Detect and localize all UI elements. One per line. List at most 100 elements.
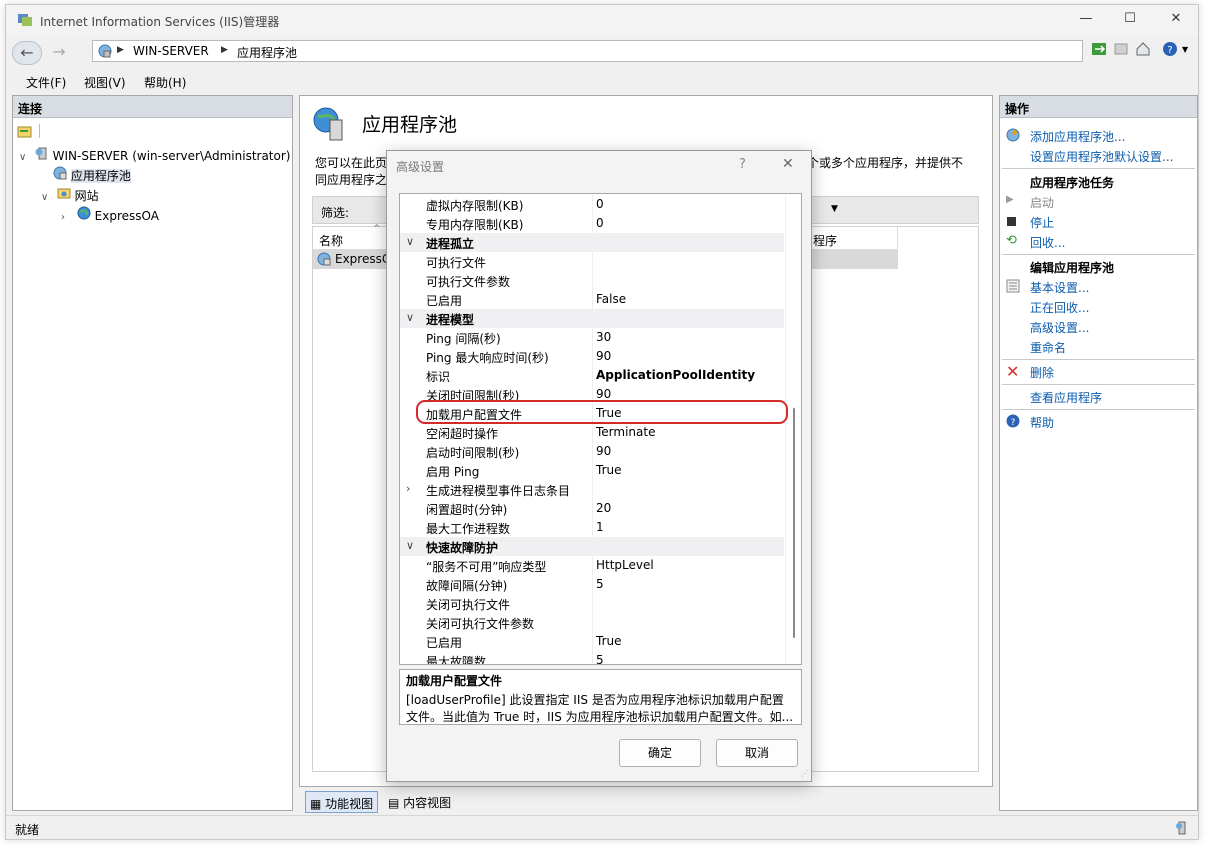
property-name: 已启用 xyxy=(426,636,463,650)
property-row[interactable]: 可执行文件 xyxy=(400,252,784,271)
property-row[interactable]: 虚拟内存限制(KB) 0 xyxy=(400,195,784,214)
tree-item-expressoa[interactable]: › ExpressOA xyxy=(61,206,159,224)
property-value[interactable]: 90 xyxy=(596,349,611,363)
property-value[interactable]: ApplicationPoolIdentity xyxy=(596,368,755,382)
dialog-close-button[interactable]: ✕ xyxy=(782,156,794,172)
property-value[interactable]: 90 xyxy=(596,444,611,458)
tab-features-view[interactable]: ▦ 功能视图 xyxy=(305,791,379,813)
stop-icon[interactable] xyxy=(1113,41,1129,57)
view-apps-link[interactable]: 查看应用程序 xyxy=(1030,389,1102,406)
property-category[interactable]: ∨ 进程模型 xyxy=(400,309,784,328)
column-divider xyxy=(592,556,593,575)
maximize-button[interactable]: ☐ xyxy=(1120,11,1140,29)
scrollbar-thumb[interactable] xyxy=(793,408,795,638)
property-row[interactable]: 故障间隔(分钟) 5 xyxy=(400,575,784,594)
tree-label: WIN-SERVER (win-server\Administrator) xyxy=(52,149,291,163)
property-row[interactable]: 关闭可执行文件参数 xyxy=(400,613,784,632)
property-value[interactable]: 0 xyxy=(596,197,604,211)
collapse-icon[interactable]: ∨ xyxy=(41,192,53,203)
menu-help[interactable]: 帮助(H) xyxy=(144,74,186,91)
collapse-icon[interactable]: ∨ xyxy=(406,311,414,324)
address-bar[interactable]: ▶ WIN-SERVER ▶ 应用程序池 xyxy=(92,40,1083,62)
property-value[interactable]: True xyxy=(596,634,622,648)
grid-scrollbar[interactable] xyxy=(785,194,801,664)
property-row[interactable]: 专用内存限制(KB) 0 xyxy=(400,214,784,233)
property-row[interactable]: 可执行文件参数 xyxy=(400,271,784,290)
property-row[interactable]: 关闭可执行文件 xyxy=(400,594,784,613)
minimize-button[interactable]: — xyxy=(1076,11,1096,29)
property-value[interactable]: 0 xyxy=(596,216,604,230)
start-link[interactable]: 启动 xyxy=(1030,194,1054,211)
recycling-link[interactable]: 正在回收... xyxy=(1030,299,1089,316)
forward-icon[interactable]: → xyxy=(44,41,74,65)
content-view-icon: ▤ xyxy=(388,796,400,810)
property-row[interactable]: 空闲超时操作 Terminate xyxy=(400,423,784,442)
add-app-pool-link[interactable]: 添加应用程序池... xyxy=(1030,128,1125,145)
property-row[interactable]: 已启用 True xyxy=(400,632,784,651)
help-icon[interactable]: ? xyxy=(1162,41,1178,57)
cancel-button[interactable]: 取消 xyxy=(716,739,798,767)
property-row[interactable]: › 生成进程模型事件日志条目 xyxy=(400,480,784,499)
property-value[interactable]: 20 xyxy=(596,501,611,515)
property-row[interactable]: 闲置超时(分钟) 20 xyxy=(400,499,784,518)
menu-view[interactable]: 视图(V) xyxy=(84,74,126,91)
set-pool-defaults-link[interactable]: 设置应用程序池默认设置... xyxy=(1030,148,1173,165)
property-name: 最大故障数 xyxy=(426,655,487,665)
back-icon[interactable]: ← xyxy=(12,41,42,65)
column-header-apps[interactable]: 程序 xyxy=(813,232,837,249)
tab-content-view[interactable]: ▤ 内容视图 xyxy=(384,791,455,813)
filter-dropdown-icon[interactable]: ▼ xyxy=(831,204,838,214)
title-bar: Internet Information Services (IIS)管理器 —… xyxy=(6,5,1198,35)
tree-item-server[interactable]: ∨ WIN-SERVER (win-server\Administrator) xyxy=(19,146,290,164)
delete-link[interactable]: 删除 xyxy=(1030,364,1054,381)
expand-icon[interactable]: › xyxy=(61,212,73,223)
help-dropdown-icon[interactable]: ▼ xyxy=(1182,45,1188,54)
dialog-help-button[interactable]: ? xyxy=(739,157,746,172)
breadcrumb-app-pools[interactable]: 应用程序池 xyxy=(237,44,297,61)
property-value[interactable]: True xyxy=(596,463,622,477)
expand-icon[interactable]: › xyxy=(406,482,410,495)
property-category[interactable]: ∨ 进程孤立 xyxy=(400,233,784,252)
tree-item-app-pools[interactable]: 应用程序池 xyxy=(53,166,131,184)
property-value[interactable]: 5 xyxy=(596,577,604,591)
property-value[interactable]: 5 xyxy=(596,653,604,664)
stop-link[interactable]: 停止 xyxy=(1030,214,1054,231)
start-icon: ▶ xyxy=(1006,194,1014,205)
advanced-settings-link[interactable]: 高级设置... xyxy=(1030,319,1089,336)
help-link[interactable]: 帮助 xyxy=(1030,414,1054,431)
ok-button[interactable]: 确定 xyxy=(619,739,701,767)
property-row[interactable]: 已启用 False xyxy=(400,290,784,309)
property-value[interactable]: False xyxy=(596,292,626,306)
property-row[interactable]: 最大故障数 5 xyxy=(400,651,784,665)
property-value[interactable]: 90 xyxy=(596,387,611,401)
property-row[interactable]: 标识 ApplicationPoolIdentity xyxy=(400,366,784,385)
tree-item-sites[interactable]: ∨ 网站 xyxy=(41,186,99,204)
collapse-icon[interactable]: ∨ xyxy=(19,152,31,163)
tree-label: 应用程序池 xyxy=(70,169,131,183)
property-row[interactable]: Ping 间隔(秒) 30 xyxy=(400,328,784,347)
property-value[interactable]: HttpLevel xyxy=(596,558,654,572)
column-header-name[interactable]: 名称 xyxy=(319,232,343,249)
property-row[interactable]: 启用 Ping True xyxy=(400,461,784,480)
property-category[interactable]: ∨ 快速故障防护 xyxy=(400,537,784,556)
property-row[interactable]: Ping 最大响应时间(秒) 90 xyxy=(400,347,784,366)
breadcrumb-server[interactable]: WIN-SERVER xyxy=(133,44,209,58)
basic-settings-link[interactable]: 基本设置... xyxy=(1030,279,1089,296)
recycle-link[interactable]: 回收... xyxy=(1030,234,1065,251)
rename-link[interactable]: 重命名 xyxy=(1030,339,1066,356)
resize-grip-icon[interactable]: ⋰ xyxy=(801,769,809,778)
property-value[interactable]: Terminate xyxy=(596,425,655,439)
refresh-icon[interactable] xyxy=(1091,41,1107,57)
collapse-icon[interactable]: ∨ xyxy=(406,235,414,248)
property-row[interactable]: “服务不可用”响应类型 HttpLevel xyxy=(400,556,784,575)
menu-file[interactable]: 文件(F) xyxy=(26,74,66,91)
property-row[interactable]: 启动时间限制(秒) 90 xyxy=(400,442,784,461)
collapse-icon[interactable]: ∨ xyxy=(406,539,414,552)
property-value[interactable]: 30 xyxy=(596,330,611,344)
close-button[interactable]: ✕ xyxy=(1166,11,1186,29)
property-row[interactable]: 最大工作进程数 1 xyxy=(400,518,784,537)
property-value[interactable]: 1 xyxy=(596,520,604,534)
toolbar-divider xyxy=(39,124,40,138)
connect-icon[interactable] xyxy=(17,124,33,138)
home-icon[interactable] xyxy=(1135,41,1151,57)
